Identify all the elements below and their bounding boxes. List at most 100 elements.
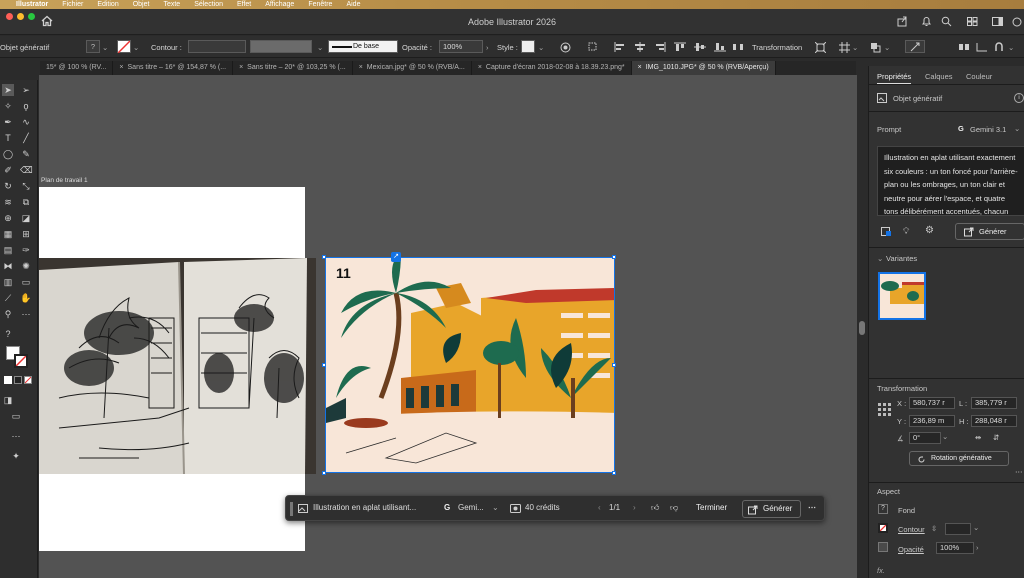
type-tool-icon[interactable]: T	[2, 132, 14, 144]
transform-label[interactable]: Transformation	[752, 40, 802, 54]
mesh-tool-icon[interactable]: ⊞	[20, 228, 32, 240]
panel-scrollbar[interactable]	[859, 321, 865, 335]
menu-edit[interactable]: Edition	[97, 1, 118, 8]
lasso-tool-icon[interactable]: ϙ	[20, 100, 32, 112]
close-icon[interactable]: ×	[638, 64, 642, 75]
tab-layers[interactable]: Calques	[925, 72, 953, 81]
pathfinder-dropdown-icon[interactable]: ⌄	[884, 40, 890, 54]
selection-tool-icon[interactable]: ➤	[2, 84, 14, 96]
close-icon[interactable]: ×	[478, 64, 482, 75]
height-input[interactable]: 288,048 r	[971, 415, 1017, 427]
fill-swatch[interactable]: ?	[86, 40, 100, 53]
opacity-label[interactable]: Opacité	[898, 545, 924, 554]
thumbs-down-icon[interactable]: 👎︎	[670, 503, 678, 513]
resize-handle-br[interactable]	[612, 471, 616, 475]
gradient-mode-icon[interactable]	[14, 376, 22, 384]
width-input[interactable]: 385,779 r	[971, 397, 1017, 409]
recolor-icon[interactable]	[560, 40, 571, 54]
stroke-label[interactable]: Contour	[898, 525, 925, 534]
stroke-weight-input[interactable]	[188, 40, 246, 53]
resize-handle-r[interactable]	[612, 363, 616, 367]
warp-tool-icon[interactable]: ≋	[2, 196, 14, 208]
none-mode-icon[interactable]	[24, 376, 32, 384]
menu-effect[interactable]: Effet	[237, 1, 251, 8]
sketchbook-photo[interactable]	[39, 258, 316, 474]
gradient-tool-icon[interactable]: ▤	[2, 244, 14, 256]
tab-sans-titre-16[interactable]: × Sans titre – 16* @ 154,87 % (...	[113, 61, 234, 75]
fill-stroke-swatches[interactable]	[6, 346, 28, 368]
profile-dropdown-icon[interactable]: ⌄	[317, 40, 323, 54]
artboard-tool-icon[interactable]: ▭	[20, 276, 32, 288]
x-input[interactable]: 580,737 r	[909, 397, 955, 409]
stroke-none-swatch[interactable]	[878, 523, 888, 533]
generative-rotation-button[interactable]: Rotation générative	[909, 451, 1009, 466]
resize-handle-tl[interactable]	[322, 255, 326, 259]
more-options-icon[interactable]: ⌄	[1008, 40, 1014, 54]
graph-tool-icon[interactable]: ▥	[2, 276, 14, 288]
variant-thumbnail[interactable]	[878, 272, 926, 320]
tab-color[interactable]: Couleur	[966, 72, 992, 81]
close-icon[interactable]: ×	[119, 64, 123, 75]
workspace-icon[interactable]	[992, 17, 1003, 26]
brush-definition[interactable]: De base	[328, 40, 398, 53]
align-top-icon[interactable]	[674, 40, 686, 54]
rotate-tool-icon[interactable]: ↻	[2, 180, 14, 192]
paintbrush-icon[interactable]: ✎	[20, 148, 32, 160]
stroke-weight-field[interactable]	[945, 523, 971, 535]
tab-img-1010[interactable]: × IMG_1010.JPG* @ 50 % (RVB/Aperçu)	[631, 61, 776, 75]
fx-icon[interactable]: fx.	[877, 566, 885, 575]
shape-builder-icon[interactable]: ⊕	[2, 212, 14, 224]
pen-tool-icon[interactable]: ✒	[2, 116, 14, 128]
fill-unknown-icon[interactable]: ?	[2, 328, 14, 340]
magic-wand-icon[interactable]: ✧	[2, 100, 14, 112]
next-variant-icon[interactable]: ›	[633, 503, 636, 512]
info-icon[interactable]: i	[1014, 93, 1024, 103]
angle-input[interactable]: 0°	[909, 432, 941, 444]
flip-horizontal-icon[interactable]: ⇹	[975, 433, 981, 442]
ellipse-tool-icon[interactable]: ◯	[2, 148, 14, 160]
align-middle-icon[interactable]	[694, 40, 706, 54]
symbol-sprayer-icon[interactable]: ✺	[20, 260, 32, 272]
menu-app[interactable]: Illustrator	[16, 1, 48, 8]
tab-document-15[interactable]: 15* @ 100 % (RV...	[40, 61, 114, 75]
distribute-icon[interactable]	[732, 40, 744, 54]
resize-handle-l[interactable]	[322, 363, 326, 367]
flip-vertical-icon[interactable]: ⇵	[993, 433, 999, 442]
tab-mexican[interactable]: × Mexican.jpg* @ 50 % (RVB/A...	[353, 61, 472, 75]
align-bottom-icon[interactable]	[714, 40, 726, 54]
screen-mode-icon[interactable]: ▭	[10, 410, 22, 422]
done-button[interactable]: Terminer	[696, 503, 727, 512]
puppet-warp-icon[interactable]	[905, 40, 925, 53]
live-paint-icon[interactable]: ◪	[20, 212, 32, 224]
curvature-tool-icon[interactable]: ∿	[20, 116, 32, 128]
menu-select[interactable]: Sélection	[194, 1, 223, 8]
close-icon[interactable]: ×	[239, 64, 243, 75]
variants-chevron-icon[interactable]: ⌄	[877, 254, 883, 263]
drag-handle[interactable]	[290, 502, 293, 516]
slice-tool-icon[interactable]: ⟋	[2, 292, 14, 304]
y-input[interactable]: 236,89 m	[909, 415, 955, 427]
fill-dropdown-icon[interactable]: ⌄	[102, 40, 108, 54]
menu-text[interactable]: Texte	[163, 1, 180, 8]
reference-point-icon[interactable]	[878, 403, 891, 416]
line-tool-icon[interactable]: ╱	[20, 132, 32, 144]
stroke-stepper-icon[interactable]: ⇳	[931, 524, 937, 533]
blend-tool-icon[interactable]: ⧓	[2, 260, 14, 272]
variable-width-profile[interactable]	[250, 40, 312, 53]
direct-selection-tool-icon[interactable]: ➢	[20, 84, 32, 96]
arrange-documents-icon[interactable]	[967, 17, 978, 26]
perspective-grid-icon[interactable]: ▦	[2, 228, 14, 240]
magnet-icon[interactable]	[994, 40, 1004, 54]
tab-capture[interactable]: × Capture d'écran 2018-02-08 à 18.39.23.p…	[472, 61, 632, 75]
align-right-icon[interactable]	[654, 40, 666, 54]
search-icon[interactable]	[941, 16, 952, 27]
resize-handle-bl[interactable]	[322, 471, 326, 475]
align-to-icon[interactable]	[588, 40, 600, 54]
lightbulb-icon[interactable]: 💡︎	[903, 226, 909, 237]
more-options-icon[interactable]: ⋯	[808, 503, 816, 512]
grid-dropdown-icon[interactable]: ⌄	[852, 40, 858, 54]
fill-unknown-swatch[interactable]: ?	[878, 504, 888, 514]
close-icon[interactable]: ×	[359, 64, 363, 75]
panel-generate-button[interactable]: Générer	[955, 223, 1024, 240]
more-transform-icon[interactable]: ⋯	[1015, 467, 1023, 476]
